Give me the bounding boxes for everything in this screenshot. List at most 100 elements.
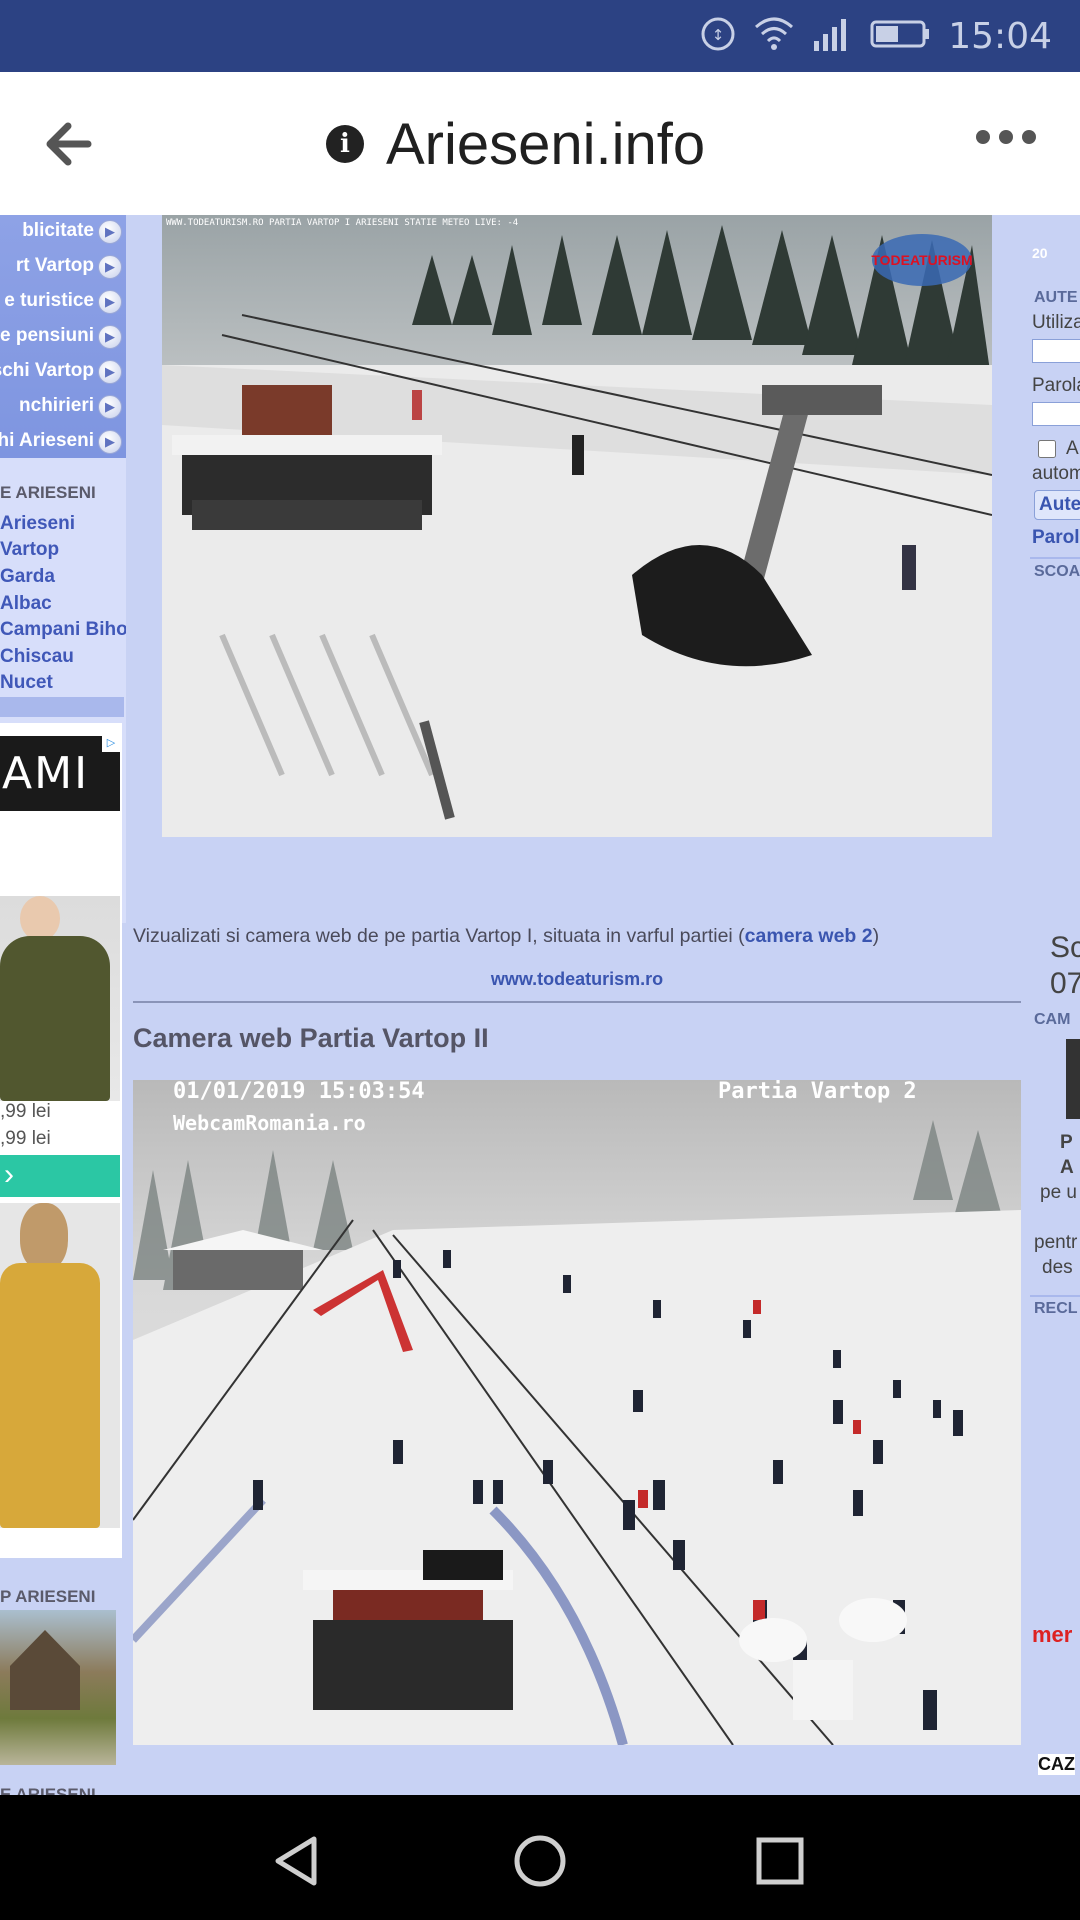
product-image[interactable] <box>0 896 120 1101</box>
nav-recents-icon[interactable] <box>752 1833 808 1889</box>
ad-cta-button[interactable]: › <box>0 1155 120 1197</box>
nav-item-label[interactable]: re pensiuni <box>0 325 94 347</box>
remember-label-2: autom <box>1032 463 1080 484</box>
password-label: Parola <box>1032 375 1080 396</box>
locations-title: E ARIESENI <box>0 483 96 502</box>
location-link[interactable]: Arieseni <box>0 513 75 535</box>
chevron-right-icon[interactable]: ▶ <box>98 325 122 349</box>
status-icons: ↕ 15:04 <box>700 14 1052 58</box>
nav-item[interactable]: schi Vartop ▶ <box>0 357 126 392</box>
location-link[interactable]: Chiscau <box>0 646 74 668</box>
nav-item-label[interactable]: rt Vartop <box>16 255 94 277</box>
nav-item[interactable]: re pensiuni ▶ <box>0 322 126 357</box>
location-link[interactable]: Nucet <box>0 672 53 694</box>
camera-text-5: des <box>1042 1257 1073 1278</box>
section-title: E ARIESENI <box>0 1785 96 1795</box>
chevron-right-icon[interactable]: ▶ <box>98 395 122 419</box>
nav-back-icon[interactable] <box>270 1833 326 1889</box>
nav-item[interactable]: chi Arieseni▶ <box>0 427 126 462</box>
cam2-timestamp: 01/01/2019 15:03:54 <box>173 1080 425 1104</box>
browser-toolbar: i Arieseni.info <box>0 72 1080 215</box>
cam2-label: Partia Vartop 2 <box>718 1080 917 1104</box>
section-title: P ARIESENI <box>0 1587 96 1606</box>
right-sidebar: 20 AUTE Utiliza Parola A autom Aute Paro… <box>1030 215 1080 1795</box>
product-image[interactable] <box>0 1203 120 1528</box>
nav-item-label[interactable]: blicitate <box>22 220 94 242</box>
caption-suffix: ) <box>872 925 880 947</box>
signal-icon <box>812 17 852 56</box>
wifi-icon <box>754 17 794 56</box>
chevron-right-icon[interactable]: ▶ <box>98 290 122 314</box>
product-price: ,99 lei <box>0 1101 51 1122</box>
nav-item[interactable]: blicitate ▶ <box>0 217 126 252</box>
url-bar[interactable]: i Arieseni.info <box>326 112 705 177</box>
chevron-right-icon[interactable]: ▶ <box>98 220 122 244</box>
status-bar: ↕ 15:04 <box>0 0 1080 72</box>
camera-2-title: Camera web Partia Vartop II <box>133 1023 489 1053</box>
webcam-image-vartop-2[interactable]: 01/01/2019 15:03:54 WebcamRomania.ro Par… <box>133 1080 1021 1745</box>
camera-web-2-link[interactable]: camera web 2 <box>745 925 873 947</box>
camera-text-1: P <box>1060 1132 1073 1153</box>
adchoices-icon[interactable]: ▷ <box>102 736 120 752</box>
nav-item[interactable]: e turistice ▶ <box>0 287 126 322</box>
mer-ad-text: mer <box>1032 1622 1073 1647</box>
nav-item-label[interactable]: chi Arieseni <box>0 430 94 452</box>
forgot-password-link[interactable]: Parol <box>1032 527 1080 549</box>
todeaturism-link[interactable]: www.todeaturism.ro <box>133 969 1021 990</box>
chevron-right-icon[interactable]: ▶ <box>98 430 122 454</box>
webcam-image-vartop-1[interactable]: WWW.TODEATURISM.RO PARTIA VARTOP I ARIES… <box>162 215 992 837</box>
camera-thumbnail[interactable] <box>1066 1039 1080 1119</box>
camera-text-3: pe u <box>1040 1182 1077 1203</box>
location-link[interactable]: Campani Bihor <box>0 619 126 641</box>
nav-item-label[interactable]: schi Vartop <box>0 360 94 382</box>
login-title: AUTE <box>1034 289 1078 306</box>
nav-menu: blicitate ▶ rt Vartop ▶ e turistice ▶ re pe… <box>0 215 126 458</box>
svg-text:↕: ↕ <box>712 26 725 44</box>
product-price: ,99 lei <box>0 1128 51 1149</box>
back-arrow-icon[interactable] <box>36 114 106 174</box>
battery-icon <box>870 19 930 54</box>
info-icon[interactable]: i <box>326 125 364 163</box>
location-link[interactable]: Vartop <box>0 539 59 561</box>
location-link[interactable]: Garda <box>0 566 55 588</box>
remember-label: A <box>1066 438 1079 459</box>
camera-text-2: A <box>1060 1157 1074 1178</box>
caz-ad-text: CAZ <box>1038 1754 1075 1775</box>
year-badge: 20 <box>1032 245 1048 261</box>
username-input[interactable] <box>1032 339 1080 363</box>
password-input[interactable] <box>1032 402 1080 426</box>
advertisement[interactable]: AMI ▷ ,99 lei ,99 lei › <box>0 723 122 1558</box>
status-time: 15:04 <box>948 15 1052 57</box>
camera-caption: Vizualizati si camera web de pe partia V… <box>133 925 1021 948</box>
left-sidebar: blicitate ▶ rt Vartop ▶ e turistice ▶ re pe… <box>0 215 126 1795</box>
section-divider <box>133 1001 1021 1003</box>
caption-text: Vizualizati si camera web de pe partia V… <box>133 925 745 947</box>
nav-item[interactable]: nchirieri ▶ <box>0 392 126 427</box>
login-button[interactable]: Aute <box>1034 490 1080 520</box>
chevron-right-icon[interactable]: ▶ <box>98 360 122 384</box>
nav-item[interactable]: rt Vartop ▶ <box>0 252 126 287</box>
school-text-1: Sc <box>1050 931 1080 964</box>
camera-text-4: pentr <box>1034 1232 1078 1253</box>
village-photo[interactable] <box>0 1610 116 1765</box>
location-link[interactable]: Albac <box>0 593 52 615</box>
cam1-overlay-text: WWW.TODEATURISM.RO PARTIA VARTOP I ARIES… <box>166 218 518 228</box>
nav-home-icon[interactable] <box>512 1833 568 1889</box>
data-saver-icon: ↕ <box>700 16 736 57</box>
ads-title: RECL <box>1034 1300 1078 1317</box>
school-title: SCOA <box>1034 563 1080 580</box>
cam1-logo: TODEATURISM <box>871 252 972 268</box>
cam2-site: WebcamRomania.ro <box>173 1111 366 1135</box>
camera-title: CAM <box>1034 1011 1071 1028</box>
system-nav-bar <box>0 1795 1080 1920</box>
remember-checkbox[interactable] <box>1038 440 1056 458</box>
section-divider <box>0 697 124 717</box>
more-menu-icon[interactable] <box>976 130 1036 144</box>
username-label: Utiliza <box>1032 312 1080 333</box>
main-content: WWW.TODEATURISM.RO PARTIA VARTOP I ARIES… <box>133 215 1021 1795</box>
chevron-right-icon[interactable]: ▶ <box>98 255 122 279</box>
nav-item-label[interactable]: e turistice <box>4 290 94 312</box>
url-text[interactable]: Arieseni.info <box>386 111 705 178</box>
nav-item-label[interactable]: nchirieri <box>19 395 94 417</box>
school-text-2: 07 <box>1050 967 1080 1000</box>
